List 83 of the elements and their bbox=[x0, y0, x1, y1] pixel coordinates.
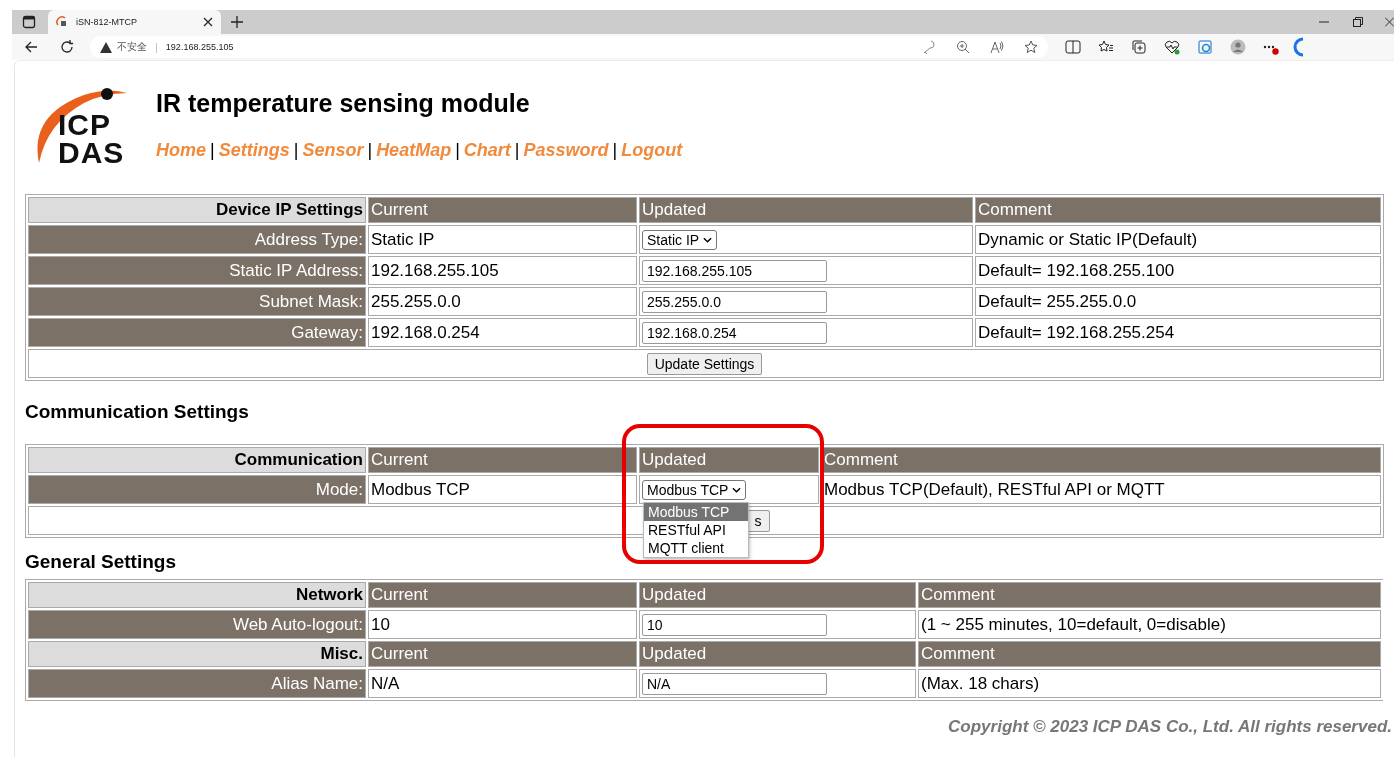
row-label: Address Type: bbox=[28, 225, 366, 254]
row-label: Alias Name: bbox=[28, 669, 366, 698]
table-cell: Default= 192.168.255.100 bbox=[975, 256, 1381, 285]
warning-icon bbox=[100, 41, 112, 53]
header-cell: Device IP Settings bbox=[28, 197, 366, 223]
health-icon[interactable] bbox=[1164, 39, 1180, 55]
table-cell: Static IP bbox=[368, 225, 637, 254]
row-label: Mode: bbox=[28, 475, 366, 504]
table-cell: N/A bbox=[368, 669, 637, 698]
table-cell: Modbus TCP bbox=[368, 475, 637, 504]
table-cell: 255.255.0.0 bbox=[368, 287, 637, 316]
header-cell: Updated bbox=[639, 582, 916, 608]
nav-separator: | bbox=[210, 140, 215, 161]
table-cell: Default= 255.255.0.0 bbox=[975, 287, 1381, 316]
header-cell: Misc. bbox=[28, 641, 366, 667]
browser-logo-icon[interactable] bbox=[1197, 39, 1213, 55]
browser-tab[interactable]: iSN-812-MTCP bbox=[48, 10, 221, 34]
zoom-in-icon[interactable] bbox=[956, 40, 970, 54]
table-cell: (1 ~ 255 minutes, 10=default, 0=disable) bbox=[918, 610, 1381, 639]
back-icon[interactable] bbox=[24, 40, 38, 54]
table-cell: (Max. 18 chars) bbox=[918, 669, 1381, 698]
input-field[interactable]: N/A bbox=[642, 672, 827, 695]
row-label: Web Auto-logout: bbox=[28, 610, 366, 639]
nav-separator: | bbox=[367, 140, 373, 161]
page-title: IR temperature sensing module bbox=[156, 89, 531, 118]
read-aloud-icon[interactable] bbox=[990, 40, 1004, 54]
refresh-icon[interactable] bbox=[60, 40, 74, 54]
header-cell: Comment bbox=[821, 447, 1381, 473]
header-cell: Comment bbox=[975, 197, 1381, 223]
table-cell: 10 bbox=[368, 610, 637, 639]
chevron-icon bbox=[732, 486, 742, 493]
input-field[interactable]: 10 bbox=[642, 613, 827, 636]
favorites-icon[interactable] bbox=[1098, 39, 1114, 55]
security-label: 不安全 bbox=[117, 40, 147, 54]
dropdown-option[interactable]: Modbus TCP bbox=[644, 502, 748, 521]
row-label: Subnet Mask: bbox=[28, 287, 366, 316]
row-label: Gateway: bbox=[28, 318, 366, 347]
collections-icon[interactable] bbox=[1131, 39, 1147, 55]
table-cell: Dynamic or Static IP(Default) bbox=[975, 225, 1381, 254]
header-cell: Current bbox=[368, 582, 637, 608]
dropdown-option[interactable]: RESTful API bbox=[644, 520, 748, 539]
header-cell: Updated bbox=[639, 641, 916, 667]
update-button[interactable]: Update Settings bbox=[646, 352, 763, 375]
header-cell: Comment bbox=[918, 641, 1381, 667]
header-cell: Current bbox=[368, 197, 637, 223]
nav-separator: | bbox=[612, 140, 618, 161]
header-cell: Current bbox=[368, 641, 637, 667]
input-field[interactable]: 255.255.0.0 bbox=[642, 290, 827, 313]
header-cell: Updated bbox=[639, 447, 819, 473]
dropdown-select[interactable]: Modbus TCP bbox=[642, 479, 747, 500]
site-icon bbox=[56, 16, 68, 28]
input-field[interactable]: 192.168.255.105 bbox=[642, 259, 827, 282]
header-cell: Updated bbox=[639, 197, 973, 223]
tab-title: iSN-812-MTCP bbox=[76, 17, 138, 27]
url-divider: | bbox=[155, 41, 158, 53]
new-tab-icon[interactable] bbox=[231, 16, 243, 28]
copyright-text: Copyright © 2023 ICP DAS Co., Ltd. All rights reserved. bbox=[948, 717, 1392, 737]
nav-separator: | bbox=[514, 140, 520, 161]
header-cell: Comment bbox=[918, 582, 1381, 608]
row-label: Static IP Address: bbox=[28, 256, 366, 285]
chevron-icon bbox=[703, 236, 713, 243]
url-text: 192.168.255.105 bbox=[165, 42, 234, 52]
section-heading: General Settings bbox=[25, 550, 176, 574]
split-screen-icon[interactable] bbox=[1065, 39, 1081, 55]
nav-separator: | bbox=[455, 140, 460, 161]
header-cell: Communication bbox=[28, 447, 366, 473]
close-icon[interactable] bbox=[203, 17, 213, 27]
restore-icon[interactable] bbox=[1353, 17, 1363, 27]
star-icon[interactable] bbox=[1024, 40, 1038, 54]
table-cell: Modbus TCP(Default), RESTful API or MQTT bbox=[821, 475, 1381, 504]
profile-icon[interactable] bbox=[1230, 39, 1246, 55]
dropdown-option[interactable]: MQTT client bbox=[644, 538, 748, 557]
header-cell: Current bbox=[368, 447, 637, 473]
input-field[interactable]: 192.168.0.254 bbox=[642, 321, 827, 344]
tab-actions-icon[interactable] bbox=[22, 15, 36, 29]
table-cell: Default= 192.168.255.254 bbox=[975, 318, 1381, 347]
section-heading: Communication Settings bbox=[25, 400, 249, 424]
table-cell: 192.168.255.105 bbox=[368, 256, 637, 285]
address-field[interactable]: 不安全 | 192.168.255.105 bbox=[90, 36, 1048, 58]
nav-separator: | bbox=[293, 140, 299, 161]
header-cell: Network bbox=[28, 582, 366, 608]
dropdown-select[interactable]: Static IP bbox=[642, 229, 718, 250]
table-cell: 192.168.0.254 bbox=[368, 318, 637, 347]
